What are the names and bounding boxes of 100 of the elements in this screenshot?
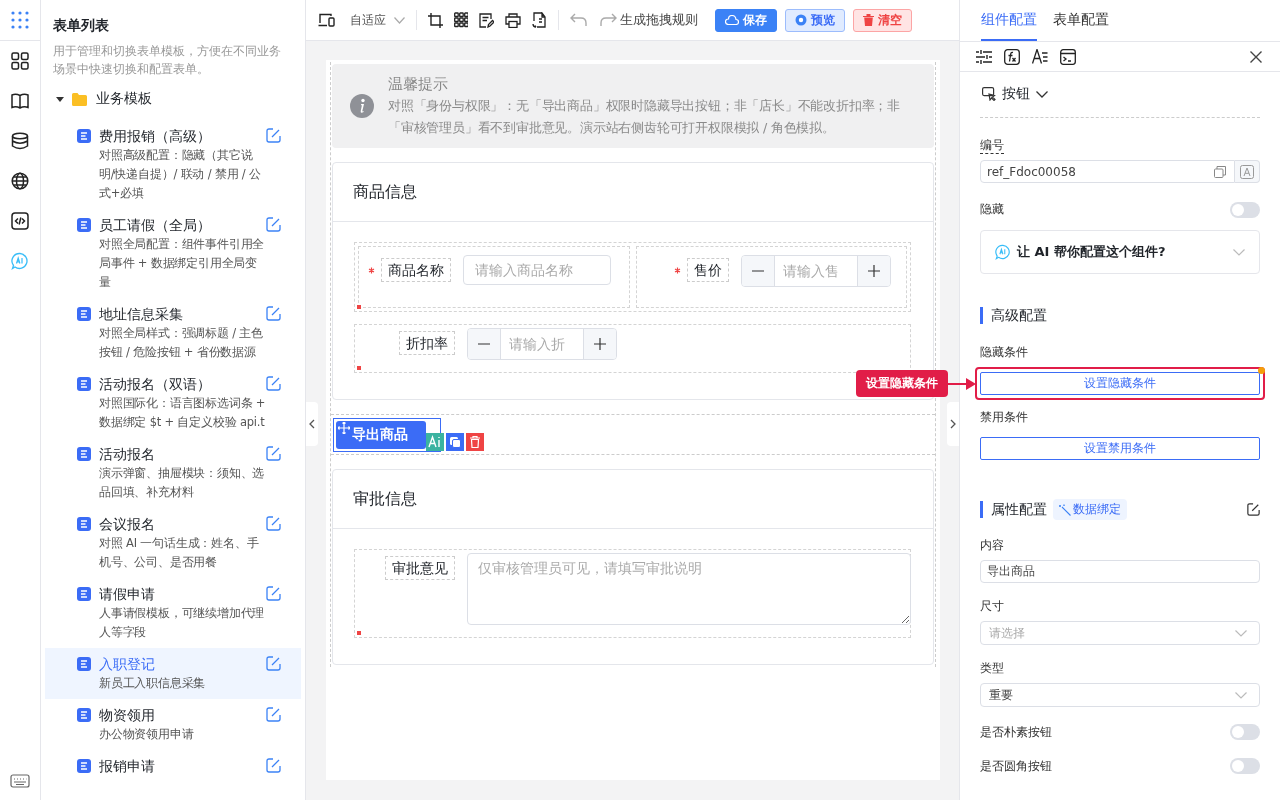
template-item[interactable]: 物资领用 办公物资领用申请: [45, 699, 301, 750]
decrement-button[interactable]: [468, 329, 501, 359]
magic-wand-icon: [1059, 503, 1071, 516]
document-icon: [77, 307, 91, 321]
increment-button[interactable]: [856, 256, 890, 286]
rule-generator-link[interactable]: 生成拖拽规则: [620, 11, 698, 29]
template-item[interactable]: 入职登记 新员工入职信息采集: [45, 648, 301, 699]
copy-icon[interactable]: [446, 433, 464, 451]
template-item[interactable]: 请假申请 人事请假模板，可继续增加代理人等字段: [45, 578, 301, 648]
document-edit-icon[interactable]: [479, 12, 494, 28]
toggle-switch[interactable]: [1230, 758, 1260, 774]
template-item[interactable]: 报销申请: [45, 750, 301, 782]
field-label: 是否圆角按钮: [980, 757, 1052, 775]
database-icon[interactable]: [11, 132, 29, 150]
field-label: 是否朴素按钮: [980, 723, 1052, 741]
document-icon: [77, 447, 91, 461]
document-icon: [77, 587, 91, 601]
text-input[interactable]: 导出商品: [980, 560, 1260, 583]
trash-icon: [863, 14, 874, 26]
component-type-select[interactable]: 按钮: [982, 84, 1048, 104]
condition-button[interactable]: 设置禁用条件: [980, 437, 1260, 460]
document-icon: [77, 708, 91, 722]
terminal-icon[interactable]: [1060, 48, 1076, 65]
toggle-switch[interactable]: [1230, 201, 1260, 218]
grid-icon[interactable]: [11, 52, 29, 70]
edit-icon[interactable]: [1247, 503, 1260, 516]
book-icon[interactable]: [11, 92, 29, 110]
folder-label[interactable]: 业务模板: [96, 90, 152, 108]
function-icon[interactable]: [1004, 48, 1020, 65]
translate-button[interactable]: [1235, 160, 1260, 183]
template-item[interactable]: 费用报销（高级） 对照高级配置：隐藏（其它说明/快递自提）/ 联动 / 禁用 / 公式+必填: [45, 120, 301, 209]
toolbar-button[interactable]: 保存: [715, 8, 777, 32]
chevron-down-icon: [1233, 248, 1245, 256]
chevron-down-icon: [1235, 629, 1247, 637]
export-button[interactable]: 导出商品: [336, 421, 426, 449]
text-input[interactable]: 请输入商品名称: [463, 255, 611, 285]
keyboard-icon[interactable]: [10, 774, 30, 788]
template-item[interactable]: 地址信息采集 对照全局样式：强调标题 / 主色按钮 / 危险按钮 + 省份数据源: [45, 298, 301, 368]
plus-icon: [867, 265, 880, 277]
template-description: 对照高级配置：隐藏（其它说明/快递自提）/ 联动 / 禁用 / 公式+必填: [99, 147, 262, 202]
template-title: 费用报销（高级）: [99, 127, 212, 146]
template-description: 人事请假模板，可继续增加代理人等字段: [99, 605, 266, 641]
move-icon[interactable]: [338, 422, 350, 434]
template-description: 对照 AI 一句话生成：姓名、手机号、公司、是否用餐: [99, 535, 260, 571]
field-label: 禁用条件: [980, 409, 1029, 426]
template-item[interactable]: 会议报名 对照 AI 一句话生成：姓名、手机号、公司、是否用餐: [45, 508, 301, 578]
id-field[interactable]: ref_Fdoc00058: [980, 160, 1235, 183]
ai-tool-icon[interactable]: [426, 433, 444, 451]
collapse-left-handle[interactable]: [306, 402, 318, 446]
condition-button[interactable]: 设置隐藏条件: [980, 372, 1260, 395]
panel-description: 用于管理和切换表单模板，方便在不同业务场景中快速切换和配置表单。: [53, 43, 282, 78]
template-item[interactable]: 活动报名（双语） 对照国际化：语言图标选词条 + 数据绑定 $t + 自定义校验 api.t: [45, 368, 301, 438]
device-select[interactable]: 自适应: [350, 11, 405, 29]
textarea-field[interactable]: 仅审核管理员可见，请填写审批说明: [467, 553, 911, 625]
ai-chat-icon[interactable]: [11, 252, 29, 270]
panel-tab[interactable]: 组件配置: [981, 0, 1037, 41]
undo-icon[interactable]: [570, 13, 588, 27]
number-stepper[interactable]: 请输入售: [740, 255, 891, 287]
document-icon: [77, 759, 91, 773]
field-label: 编号: [980, 138, 1004, 154]
sliders-icon[interactable]: [976, 49, 992, 64]
grid-dots-icon[interactable]: [454, 12, 468, 28]
document-sync-icon[interactable]: [532, 12, 547, 28]
ai-chat-icon: [995, 244, 1011, 260]
template-title: 会议报名: [99, 515, 156, 534]
device-icon[interactable]: [318, 13, 335, 27]
redo-icon[interactable]: [599, 13, 617, 27]
crop-icon[interactable]: [428, 12, 443, 28]
select-field[interactable]: 重要: [980, 683, 1260, 707]
section-title: 属性配置: [980, 501, 1047, 518]
template-description: 对照国际化：语言图标选词条 + 数据绑定 $t + 自定义校验 api.t: [99, 395, 266, 431]
status-dot: [1258, 367, 1265, 374]
document-icon: [77, 218, 91, 232]
copy-icon[interactable]: [1214, 165, 1226, 178]
close-icon[interactable]: [1250, 50, 1262, 63]
template-item[interactable]: 活动报名 演示弹窗、抽屉模块：须知、选品回填、补充材料: [45, 438, 301, 508]
caret-icon[interactable]: [56, 95, 64, 103]
document-icon: [77, 657, 91, 671]
delete-icon[interactable]: [466, 433, 484, 451]
decrement-button[interactable]: [741, 256, 775, 286]
template-title: 活动报名（双语）: [99, 375, 212, 394]
text-style-icon[interactable]: [1032, 49, 1048, 64]
panel-tab[interactable]: 表单配置: [1053, 0, 1109, 41]
button-component-icon: [982, 87, 996, 101]
collapse-right-handle[interactable]: [947, 402, 959, 446]
number-stepper[interactable]: 请输入折: [467, 328, 617, 360]
apps-grid-icon[interactable]: [11, 11, 29, 29]
template-item[interactable]: 员工请假（全局） 对照全局配置：组件事件引用全局事件 + 数据绑定引用全局变量: [45, 209, 301, 298]
corner-marker: [357, 305, 361, 309]
increment-button[interactable]: [583, 329, 616, 359]
plus-icon: [594, 338, 606, 350]
code-icon[interactable]: [11, 212, 29, 230]
data-binding-tag[interactable]: 数据绑定: [1053, 499, 1127, 520]
globe-icon[interactable]: [11, 172, 29, 190]
minus-icon: [478, 343, 490, 345]
toggle-switch[interactable]: [1230, 724, 1260, 740]
toolbar-button[interactable]: 预览: [785, 8, 845, 32]
chevron-left-icon: [309, 419, 315, 429]
ai-assist-panel[interactable]: 让 AI 帮你配置这个组件?: [980, 230, 1260, 274]
printer-icon[interactable]: [505, 12, 521, 28]
